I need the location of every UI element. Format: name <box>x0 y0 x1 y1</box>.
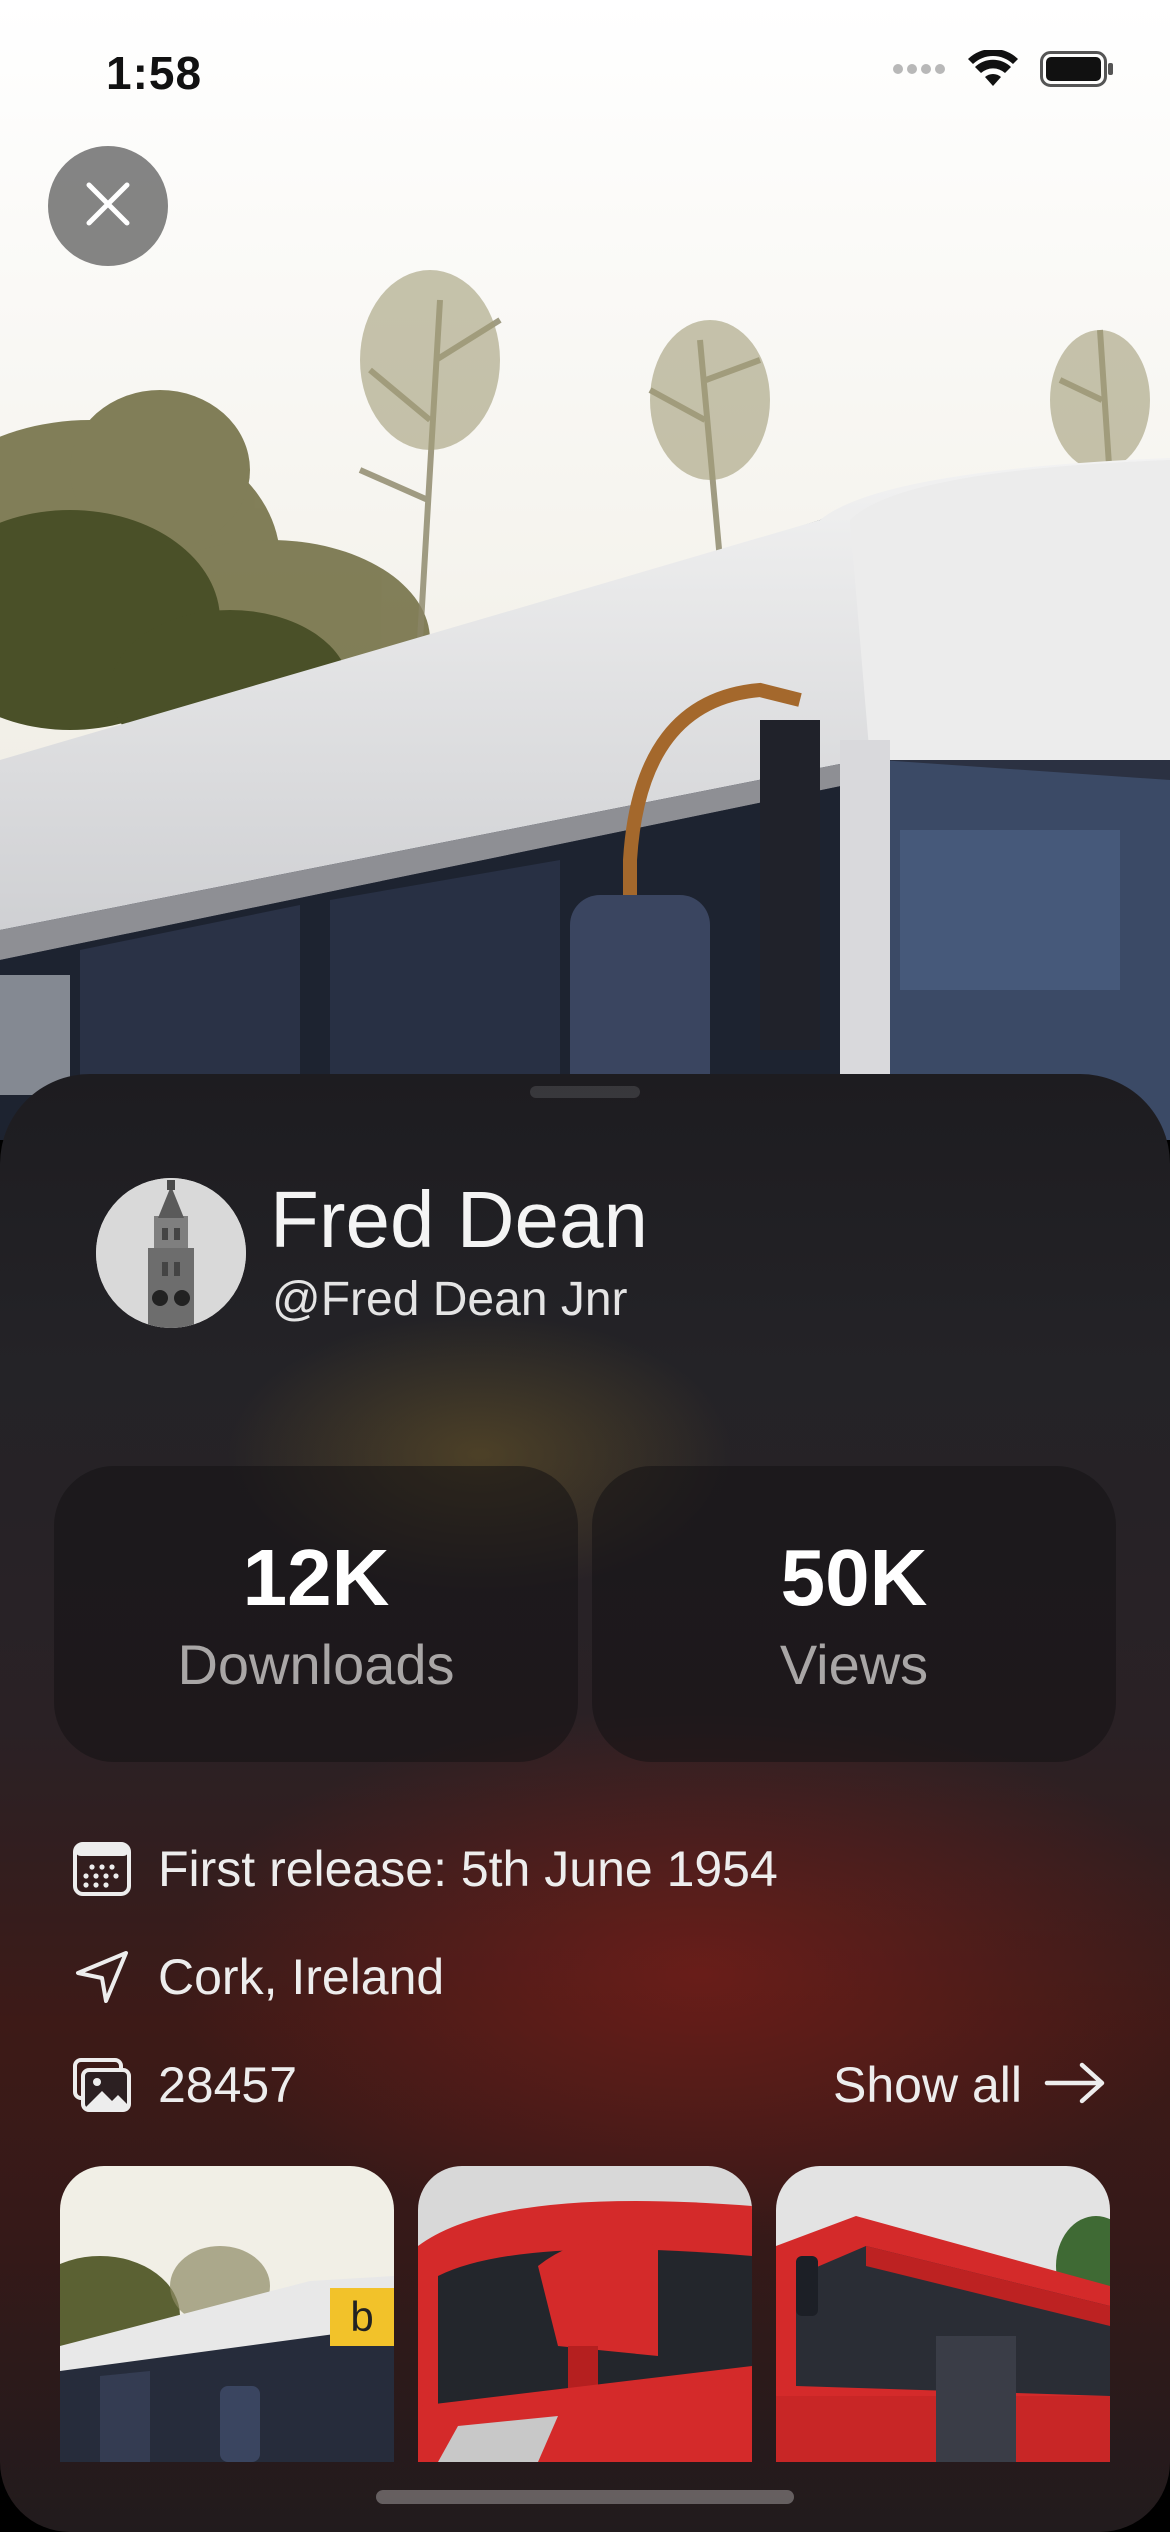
thumbnail-white-bus[interactable]: b <box>60 2166 394 2462</box>
avatar[interactable] <box>96 1178 246 1328</box>
hero-photo <box>0 0 1170 1140</box>
home-indicator[interactable] <box>376 2490 794 2504</box>
arrow-right-icon <box>1044 2061 1106 2110</box>
close-button[interactable] <box>48 146 168 266</box>
location-arrow-icon <box>72 1947 132 2007</box>
photos-count: 28457 <box>158 2057 298 2113</box>
views-stat-card[interactable]: 50K Views <box>592 1466 1116 1762</box>
photo-thumbnails: b <box>60 2166 1110 2462</box>
status-time: 1:58 <box>106 47 203 99</box>
svg-text:b: b <box>350 2293 373 2340</box>
thumbnail-red-bus-side[interactable] <box>776 2166 1110 2462</box>
location-text: Cork, Ireland <box>158 1949 445 2005</box>
wifi-icon <box>968 48 1018 93</box>
detail-sheet: Fred Dean @Fred Dean Jnr 12K Downloads 5… <box>0 1074 1170 2532</box>
show-all-button[interactable]: Show all <box>833 2050 1106 2120</box>
downloads-label: Downloads <box>177 1633 455 1696</box>
show-all-label: Show all <box>833 2057 1022 2113</box>
photos-icon <box>72 2055 132 2115</box>
signal-icon <box>892 62 946 81</box>
release-text: First release: 5th June 1954 <box>158 1841 778 1897</box>
user-handle[interactable]: @Fred Dean Jnr <box>272 1272 628 1327</box>
thumbnail-red-bus-front[interactable] <box>418 2166 752 2462</box>
downloads-stat-card[interactable]: 12K Downloads <box>54 1466 578 1762</box>
close-icon <box>83 179 133 234</box>
calendar-icon <box>72 1839 132 1899</box>
status-bar: 1:58 <box>0 0 1170 140</box>
battery-icon <box>1040 51 1114 92</box>
user-name: Fred Dean <box>270 1175 648 1264</box>
views-value: 50K <box>780 1533 928 1622</box>
location-info-row: Cork, Ireland <box>72 1942 444 2012</box>
views-label: Views <box>779 1633 929 1696</box>
photos-info-row: 28457 <box>72 2050 297 2120</box>
downloads-value: 12K <box>242 1533 390 1622</box>
release-info-row: First release: 5th June 1954 <box>72 1834 778 1904</box>
sheet-grabber[interactable] <box>530 1086 640 1098</box>
